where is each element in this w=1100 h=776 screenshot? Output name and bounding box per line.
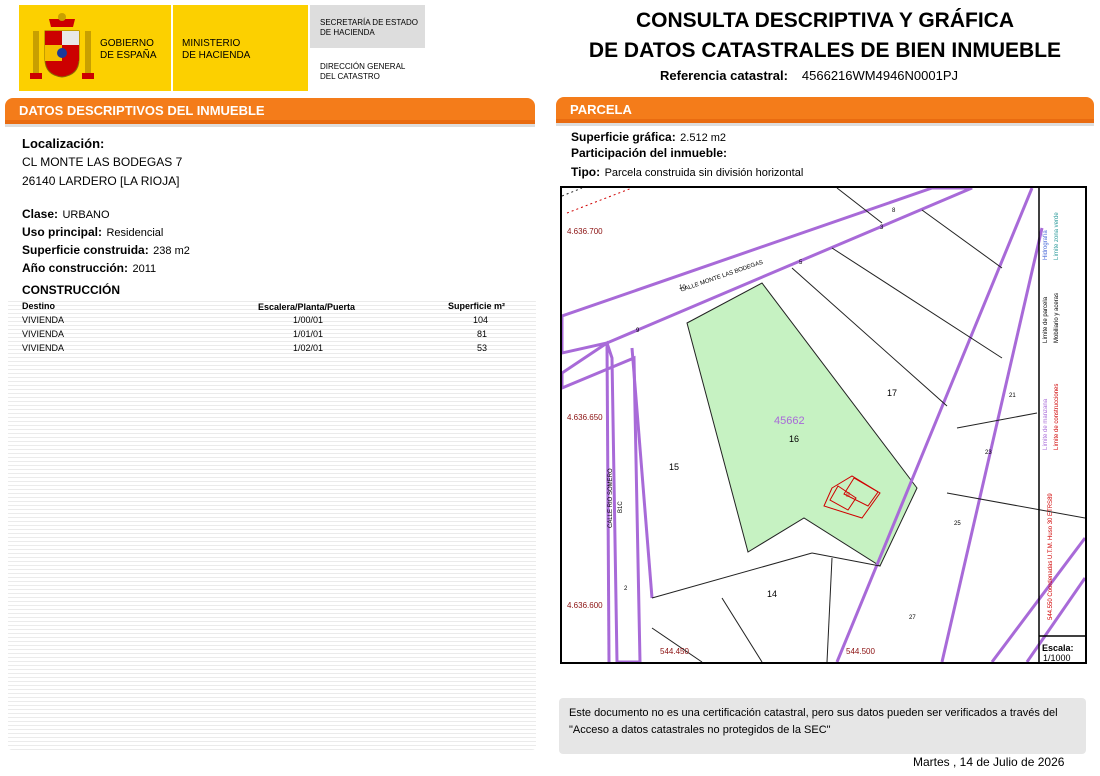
divider xyxy=(5,124,535,127)
cadastral-map[interactable]: 4.636.700 4.636.650 4.636.600 544.450 54… xyxy=(560,186,1087,664)
ref-label: Referencia catastral: xyxy=(660,68,788,83)
legend-zona-verde: Límite zona verde xyxy=(1054,212,1060,260)
coord-y3: 4.636.600 xyxy=(567,601,603,610)
road-num-10: 10 xyxy=(679,285,686,291)
gobierno-line2: DE ESPAÑA xyxy=(100,50,157,61)
road-num-2: 2 xyxy=(624,586,628,592)
coord-y1: 4.636.700 xyxy=(567,227,603,236)
anio-value: 2011 xyxy=(132,263,157,275)
tipo-row: Tipo: Parcela construida sin división ho… xyxy=(571,163,803,181)
construccion-table xyxy=(8,298,536,750)
disclaimer-notice: Este documento no es una certificación c… xyxy=(559,698,1086,754)
table-row-3-planta: 1/02/01 xyxy=(293,343,324,353)
coord-y2: 4.636.650 xyxy=(567,413,603,422)
road-num-23: 23 xyxy=(985,450,992,456)
escala-value: 1/1000 xyxy=(1043,653,1071,663)
sup-grafica-label: Superficie gráfica: xyxy=(571,130,676,144)
section-title-descriptivos: DATOS DESCRIPTIVOS DEL INMUEBLE xyxy=(19,103,265,118)
table-row-2-destino: VIVIENDA xyxy=(22,329,65,339)
address-line2: 26140 LARDERO [LA RIOJA] xyxy=(22,174,180,188)
section-header-parcela: PARCELA xyxy=(556,97,1094,123)
localizacion-label: Localización: xyxy=(22,136,105,151)
road-num-21: 21 xyxy=(1009,393,1016,399)
direccion-line2: DEL CATASTRO xyxy=(320,72,380,81)
coord-x2: 544.500 xyxy=(846,647,875,656)
secretaria-line2: DE HACIENDA xyxy=(320,28,375,37)
tipo-label: Tipo: xyxy=(571,165,601,179)
clase-row: Clase: URBANO xyxy=(22,205,110,223)
anio-row: Año construcción: 2011 xyxy=(22,259,156,277)
ref-value: 4566216WM4946N0001PJ xyxy=(801,68,959,83)
section-header-descriptivos: DATOS DESCRIPTIVOS DEL INMUEBLE xyxy=(5,98,535,124)
referencia-catastral: Referencia catastral: 4566216WM4946N0001P… xyxy=(660,68,958,83)
anio-label: Año construcción: xyxy=(22,261,129,275)
superficie-row: Superficie construida: 238 m2 xyxy=(22,241,190,259)
ministerio-text: MINISTERIO DE HACIENDA xyxy=(182,38,250,62)
uso-label: Uso principal: xyxy=(22,225,103,239)
superficie-label: Superficie construida: xyxy=(22,243,149,257)
parcel-17: 17 xyxy=(887,388,898,398)
table-row-2-planta: 1/01/01 xyxy=(293,329,324,339)
parcel-14: 14 xyxy=(767,589,778,599)
uso-row: Uso principal: Residencial xyxy=(22,223,163,241)
escala-label: Escala: xyxy=(1042,643,1074,653)
direccion-text: DIRECCIÓN GENERAL DEL CATASTRO xyxy=(320,62,405,82)
col-destino: Destino xyxy=(22,301,56,311)
parcel-ref: 45662 xyxy=(774,415,805,427)
road-num-27: 27 xyxy=(909,615,916,621)
gobierno-text: GOBIERNO DE ESPAÑA xyxy=(100,38,157,62)
superficie-value: 238 m2 xyxy=(153,245,190,257)
sup-grafica-value: 2.512 m2 xyxy=(680,132,727,144)
participacion-label: Participación del inmueble: xyxy=(571,146,728,160)
road-num-25: 25 xyxy=(954,521,961,527)
coat-of-arms-icon xyxy=(30,13,94,79)
table-row-1-destino: VIVIENDA xyxy=(22,315,65,325)
construccion-title: CONSTRUCCIÓN xyxy=(22,283,120,297)
sup-grafica-row: Superficie gráfica: 2.512 m2 xyxy=(571,128,726,146)
road-num-5: 5 xyxy=(799,260,803,266)
gobierno-line1: GOBIERNO xyxy=(100,38,154,49)
map-drawing xyxy=(562,188,1085,662)
legend-parcela: Límite de parcela xyxy=(1043,296,1049,343)
parcel-15: 15 xyxy=(669,462,680,472)
section-title-parcela: PARCELA xyxy=(570,102,632,117)
document-title: CONSULTA DESCRIPTIVA Y GRÁFICA DE DATOS … xyxy=(560,6,1090,66)
table-row-1-planta: 1/00/01 xyxy=(293,315,324,325)
tipo-value: Parcela construida sin división horizont… xyxy=(604,167,804,179)
legend-construcciones: Límite de construcciones xyxy=(1054,383,1060,450)
road-num-9: 9 xyxy=(636,328,640,334)
direccion-line1: DIRECCIÓN GENERAL xyxy=(320,62,406,71)
coord-x1: 544.450 xyxy=(660,647,689,656)
ministerio-line2: DE HACIENDA xyxy=(182,50,251,61)
secretaria-line1: SECRETARÍA DE ESTADO xyxy=(320,18,418,27)
road-num-8: 8 xyxy=(892,208,896,214)
table-row-1-sup: 104 xyxy=(473,315,489,325)
col-escalera: Escalera/Planta/Puerta xyxy=(258,302,356,312)
clase-label: Clase: xyxy=(22,207,59,221)
clase-value: URBANO xyxy=(62,209,110,221)
ministerio-line1: MINISTERIO xyxy=(182,38,241,49)
col-superficie: Superficie m² xyxy=(448,301,506,311)
road-num-3: 3 xyxy=(880,225,884,231)
secretaria-text: SECRETARÍA DE ESTADO DE HACIENDA xyxy=(320,18,418,38)
table-row-3-sup: 53 xyxy=(477,343,488,353)
divider xyxy=(556,123,1094,126)
legend-mobiliario: Mobiliario y aceras xyxy=(1054,292,1060,343)
street-label-rio: CALLE RIO SOMERO xyxy=(608,468,614,528)
legend-manzana: Límite de manzana xyxy=(1043,398,1049,450)
road-rio-somero xyxy=(562,340,642,662)
address-line1: CL MONTE LAS BODEGAS 7 xyxy=(22,155,183,169)
table-row-3-destino: VIVIENDA xyxy=(22,343,65,353)
document-date: Martes , 14 de Julio de 2026 xyxy=(913,755,1065,769)
legend-hidrografia: Hidrografía xyxy=(1043,230,1049,260)
building-label: II xyxy=(846,492,850,499)
coords-note: 544.550 Coordenadas U.T.M. Huso 30 ETRS8… xyxy=(1048,493,1054,620)
title-line1: CONSULTA DESCRIPTIVA Y GRÁFICA xyxy=(635,9,1015,32)
table-row-2-sup: 81 xyxy=(477,329,488,339)
uso-value: Residencial xyxy=(106,227,164,239)
street-label-rio-b: B1C xyxy=(618,501,624,513)
parcel-16: 16 xyxy=(789,434,800,444)
title-line2: DE DATOS CATASTRALES DE BIEN INMUEBLE xyxy=(588,39,1062,62)
